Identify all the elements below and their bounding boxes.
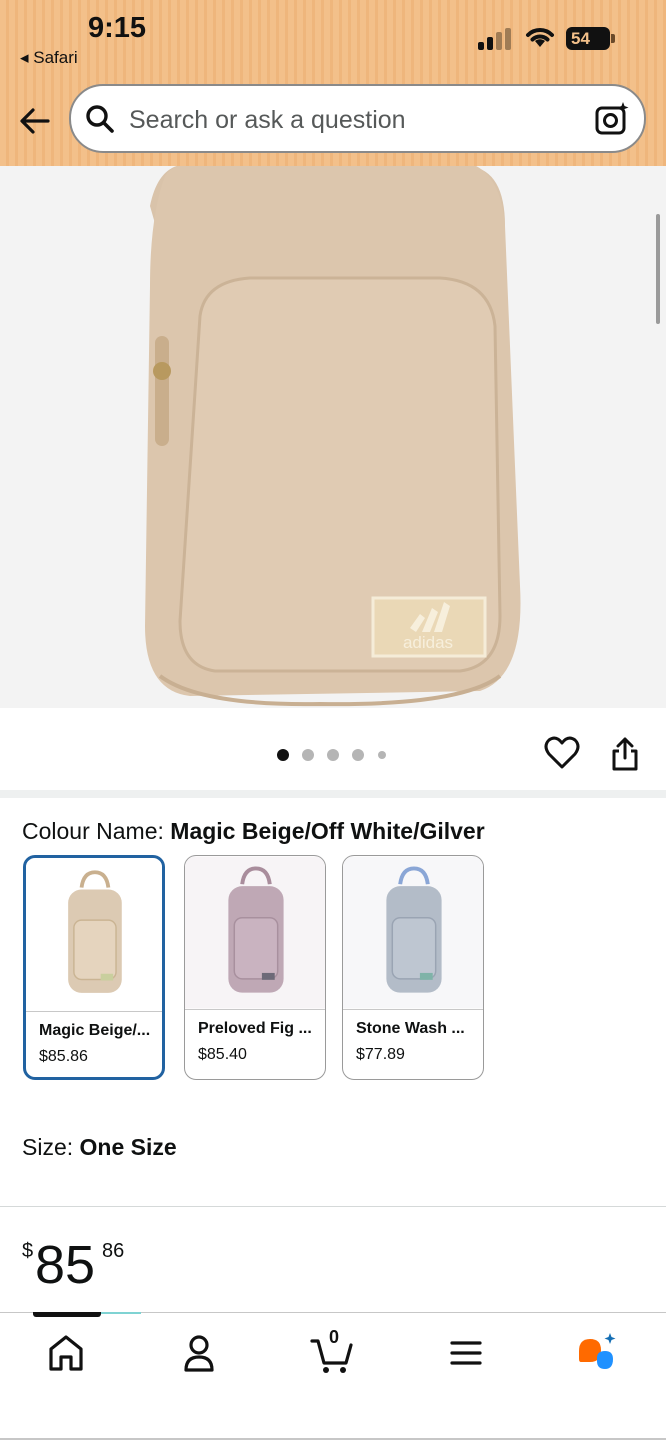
variant-price: $77.89 xyxy=(356,1046,405,1063)
share-icon[interactable] xyxy=(610,736,640,772)
size-label-prefix: Size: xyxy=(22,1134,74,1160)
carousel-dot[interactable] xyxy=(277,749,289,761)
variant-swatch-stone-wash[interactable]: Stone Wash ... $77.89 xyxy=(342,855,484,1080)
variant-image xyxy=(343,856,483,1010)
price-currency: $ xyxy=(22,1240,34,1262)
price-whole: 85 xyxy=(35,1235,96,1295)
size-label: Size: One Size xyxy=(22,1134,177,1161)
search-input[interactable]: Search or ask a question xyxy=(129,106,406,135)
variant-price: $85.86 xyxy=(39,1048,88,1065)
battery-indicator: 54 xyxy=(566,27,610,50)
variant-name: Preloved Fig ... xyxy=(198,1020,312,1037)
product-image-carousel[interactable]: adidas xyxy=(0,166,666,708)
colour-label-prefix: Colour Name: xyxy=(22,818,164,844)
header-bar: 9:15 ◂ Safari 54 Search or ask a questio… xyxy=(0,0,666,166)
variant-swatch-magic-beige[interactable]: Magic Beige/... $85.86 xyxy=(23,855,165,1080)
variant-price: $85.40 xyxy=(198,1046,247,1063)
carousel-dot[interactable] xyxy=(378,751,386,759)
back-arrow-icon[interactable] xyxy=(18,104,52,138)
page-scrollbar[interactable] xyxy=(656,214,660,324)
status-time: 9:15 xyxy=(88,12,147,44)
carousel-dot[interactable] xyxy=(302,749,314,761)
brand-badge: adidas xyxy=(403,633,453,652)
colour-name-label: Colour Name: Magic Beige/Off White/Gilve… xyxy=(22,818,485,845)
product-image: adidas xyxy=(145,166,521,707)
signal-icon xyxy=(478,28,514,50)
battery-cap xyxy=(611,34,615,43)
menu-icon[interactable] xyxy=(444,1331,488,1375)
cart-count-badge: 0 xyxy=(329,1327,340,1347)
search-bar[interactable]: Search or ask a question xyxy=(69,84,646,153)
section-divider xyxy=(0,1206,666,1207)
wifi-icon xyxy=(526,28,554,47)
heart-icon[interactable] xyxy=(544,736,580,770)
carousel-dot[interactable] xyxy=(327,749,339,761)
camera-lens-icon[interactable] xyxy=(594,101,630,137)
size-value: One Size xyxy=(79,1134,177,1160)
search-icon xyxy=(86,105,114,133)
variant-image xyxy=(185,856,325,1010)
home-icon[interactable] xyxy=(44,1331,88,1375)
price-fraction: 86 xyxy=(102,1240,125,1262)
account-icon[interactable] xyxy=(177,1331,221,1375)
tab-indicator-accent xyxy=(101,1312,141,1314)
variant-name: Stone Wash ... xyxy=(356,1020,465,1037)
variant-image xyxy=(26,860,162,1012)
rufus-ai-icon[interactable] xyxy=(575,1331,619,1375)
colour-name-value: Magic Beige/Off White/Gilver xyxy=(170,818,485,844)
carousel-controls xyxy=(0,708,666,790)
section-divider xyxy=(0,790,666,798)
active-tab-indicator xyxy=(33,1312,101,1317)
variant-name: Magic Beige/... xyxy=(39,1022,151,1039)
carousel-dot[interactable] xyxy=(352,749,364,761)
variant-swatch-preloved-fig[interactable]: Preloved Fig ... $85.40 xyxy=(184,855,326,1080)
back-to-safari-link[interactable]: ◂ Safari xyxy=(20,48,78,68)
